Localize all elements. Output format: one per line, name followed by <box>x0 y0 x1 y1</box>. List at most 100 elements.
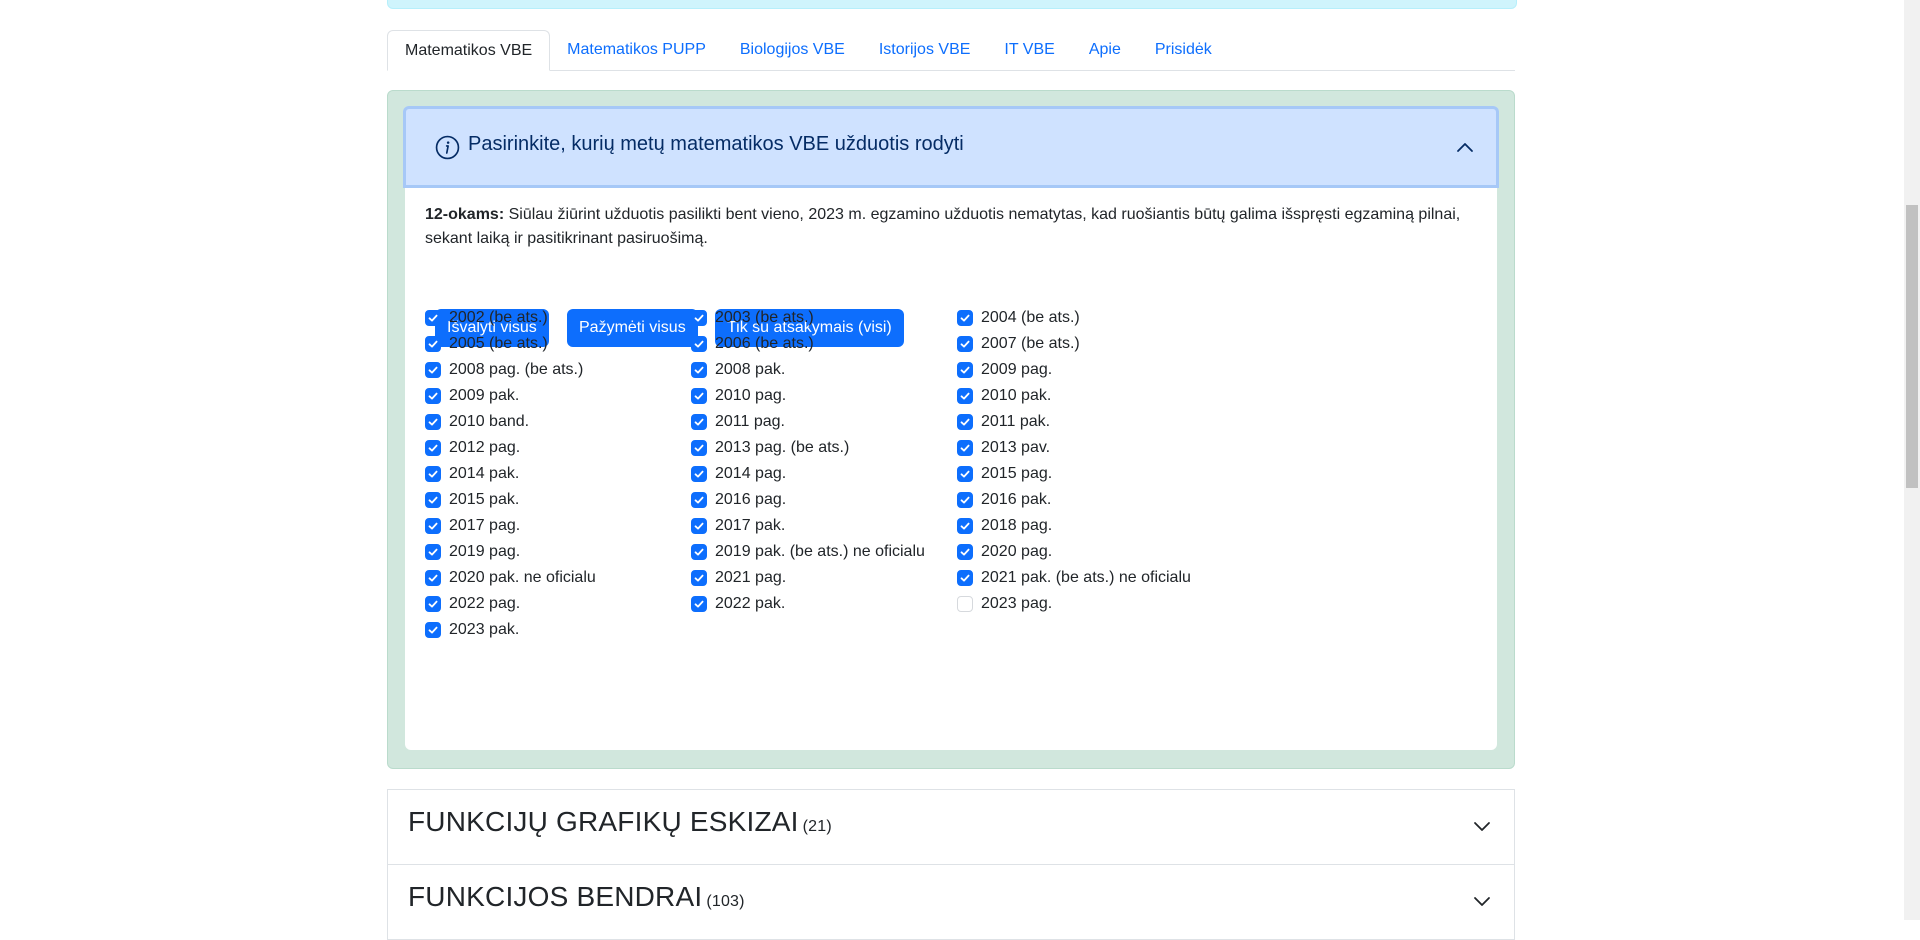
year-checkbox-item[interactable]: 2011 pag. <box>691 412 785 432</box>
checkbox-checked[interactable] <box>691 310 707 326</box>
year-checkbox-item[interactable]: 2020 pak. ne oficialu <box>425 568 596 588</box>
checkbox-checked[interactable] <box>691 336 707 352</box>
accordion-header[interactable]: Pasirinkite, kurių metų matematikos VBE … <box>403 106 1499 188</box>
checkbox-label: 2012 pag. <box>449 439 521 456</box>
checkbox-checked[interactable] <box>691 362 707 378</box>
checkbox-checked[interactable] <box>957 362 973 378</box>
year-checkbox-item[interactable]: 2017 pak. <box>691 516 785 536</box>
year-checkbox-item[interactable]: 2006 (be ats.) <box>691 334 814 354</box>
year-checkbox-item[interactable]: 2009 pag. <box>957 360 1052 380</box>
section-funkcijos-bendrai[interactable]: FUNKCIJOS BENDRAI (103) <box>387 864 1515 940</box>
checkbox-checked[interactable] <box>425 310 441 326</box>
year-checkbox-item[interactable]: 2010 pak. <box>957 386 1051 406</box>
year-checkbox-item[interactable]: 2016 pag. <box>691 490 786 510</box>
year-checkbox-item[interactable]: 2020 pag. <box>957 542 1052 562</box>
tab-5[interactable]: Apie <box>1072 30 1138 70</box>
checkbox-checked[interactable] <box>425 466 441 482</box>
checkbox-checked[interactable] <box>691 466 707 482</box>
year-checkbox-item[interactable]: 2015 pak. <box>425 490 519 510</box>
checkbox-unchecked[interactable] <box>957 596 973 612</box>
checkbox-checked[interactable] <box>957 414 973 430</box>
tab-2[interactable]: Biologijos VBE <box>723 30 862 70</box>
checkbox-label: 2015 pak. <box>449 491 520 508</box>
checkbox-checked[interactable] <box>957 544 973 560</box>
checkbox-checked[interactable] <box>691 596 707 612</box>
checkbox-label: 2005 (be ats.) <box>449 335 548 352</box>
year-checkbox-item[interactable]: 2008 pak. <box>691 360 785 380</box>
year-checkbox-item[interactable]: 2019 pak. (be ats.) ne oficialu <box>691 542 925 562</box>
checkbox-checked[interactable] <box>425 414 441 430</box>
year-checkbox-item[interactable]: 2022 pag. <box>425 594 520 614</box>
chevron-down-icon <box>1474 822 1490 831</box>
year-checkbox-item[interactable]: 2021 pak. (be ats.) ne oficialu <box>957 568 1191 588</box>
top-alert <box>387 0 1517 9</box>
checkbox-checked[interactable] <box>425 518 441 534</box>
checkbox-checked[interactable] <box>425 544 441 560</box>
checkbox-checked[interactable] <box>957 310 973 326</box>
year-checkbox-item[interactable]: 2009 pak. <box>425 386 519 406</box>
year-checkbox-item[interactable]: 2012 pag. <box>425 438 520 458</box>
checkbox-checked[interactable] <box>691 544 707 560</box>
checkbox-checked[interactable] <box>691 440 707 456</box>
year-checkbox-item[interactable]: 2019 pag. <box>425 542 520 562</box>
checkbox-checked[interactable] <box>425 570 441 586</box>
scrollbar-track[interactable] <box>1904 0 1920 920</box>
tab-1[interactable]: Matematikos PUPP <box>550 30 723 70</box>
checkbox-checked[interactable] <box>957 336 973 352</box>
year-checkbox-item[interactable]: 2017 pag. <box>425 516 520 536</box>
tab-0[interactable]: Matematikos VBE <box>387 30 551 71</box>
year-checkbox-item[interactable]: 2008 pag. (be ats.) <box>425 360 583 380</box>
year-checkbox-item[interactable]: 2015 pag. <box>957 464 1052 484</box>
section-funkciju-grafiku-eskizai[interactable]: FUNKCIJŲ GRAFIKŲ ESKIZAI (21) <box>387 789 1515 865</box>
year-checkbox-item[interactable]: 2023 pag. <box>957 594 1052 614</box>
year-checkbox-item[interactable]: 2002 (be ats.) <box>425 308 548 328</box>
checkbox-checked[interactable] <box>957 492 973 508</box>
checkbox-label: 2011 pak. <box>981 413 1051 430</box>
note-bold: 12-okams: <box>425 206 505 223</box>
checkbox-checked[interactable] <box>425 362 441 378</box>
select-all-button[interactable]: Pažymėti visus <box>567 309 698 347</box>
year-checkbox-item[interactable]: 2010 band. <box>425 412 529 432</box>
year-checkbox-item[interactable]: 2010 pag. <box>691 386 786 406</box>
checkbox-checked[interactable] <box>425 492 441 508</box>
checkbox-checked[interactable] <box>691 388 707 404</box>
tab-4[interactable]: IT VBE <box>987 30 1071 70</box>
checkbox-checked[interactable] <box>691 518 707 534</box>
checkbox-label: 2013 pav. <box>981 439 1051 456</box>
checkbox-checked[interactable] <box>957 440 973 456</box>
checkbox-label: 2016 pak. <box>981 491 1052 508</box>
checkbox-checked[interactable] <box>691 492 707 508</box>
checkbox-checked[interactable] <box>425 440 441 456</box>
checkbox-checked[interactable] <box>957 466 973 482</box>
checkbox-label: 2010 pag. <box>715 387 787 404</box>
year-checkbox-item[interactable]: 2007 (be ats.) <box>957 334 1080 354</box>
scrollbar-thumb[interactable] <box>1906 205 1918 488</box>
checkbox-checked[interactable] <box>425 596 441 612</box>
checkbox-checked[interactable] <box>957 388 973 404</box>
year-checkbox-item[interactable]: 2023 pak. <box>425 620 519 640</box>
checkbox-checked[interactable] <box>957 518 973 534</box>
year-checkbox-item[interactable]: 2011 pak. <box>957 412 1050 432</box>
checkbox-label: 2010 pak. <box>981 387 1052 404</box>
year-checkbox-item[interactable]: 2021 pag. <box>691 568 786 588</box>
tab-6[interactable]: Prisidėk <box>1138 30 1229 70</box>
checkbox-label: 2010 band. <box>449 413 530 430</box>
checkbox-checked[interactable] <box>691 414 707 430</box>
year-checkbox-item[interactable]: 2022 pak. <box>691 594 785 614</box>
year-checkbox-item[interactable]: 2005 (be ats.) <box>425 334 548 354</box>
year-checkbox-item[interactable]: 2013 pav. <box>957 438 1050 458</box>
checkbox-checked[interactable] <box>691 570 707 586</box>
checkbox-checked[interactable] <box>957 570 973 586</box>
year-checkbox-item[interactable]: 2014 pak. <box>425 464 519 484</box>
year-checkbox-item[interactable]: 2013 pag. (be ats.) <box>691 438 849 458</box>
year-checkbox-item[interactable]: 2016 pak. <box>957 490 1051 510</box>
checkbox-checked[interactable] <box>425 388 441 404</box>
checkbox-checked[interactable] <box>425 622 441 638</box>
year-checkbox-item[interactable]: 2004 (be ats.) <box>957 308 1080 328</box>
tab-3[interactable]: Istorijos VBE <box>862 30 988 70</box>
checkbox-label: 2006 (be ats.) <box>715 335 814 352</box>
year-checkbox-item[interactable]: 2003 (be ats.) <box>691 308 814 328</box>
year-checkbox-item[interactable]: 2018 pag. <box>957 516 1052 536</box>
checkbox-checked[interactable] <box>425 336 441 352</box>
year-checkbox-item[interactable]: 2014 pag. <box>691 464 786 484</box>
